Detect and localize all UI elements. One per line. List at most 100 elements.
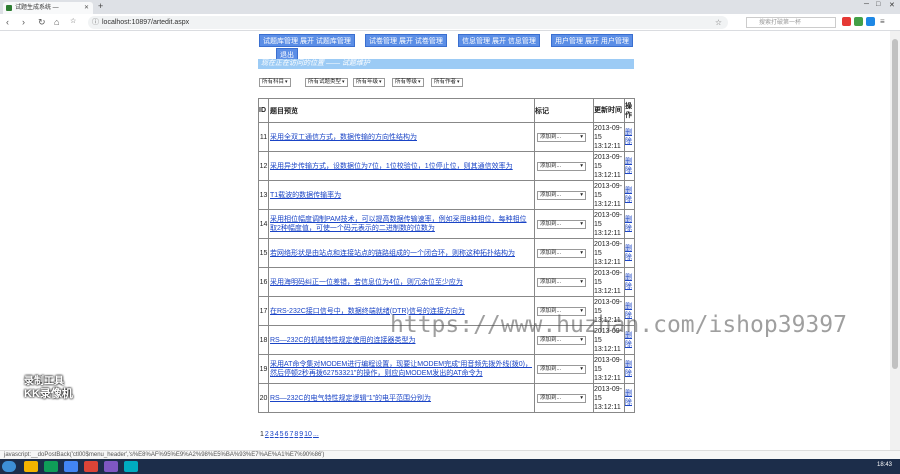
delete-link[interactable]: 删除	[624, 267, 635, 297]
side-search-input[interactable]: 搜索打破第一杯	[746, 17, 836, 28]
mark-select[interactable]: 添加到... ▾	[537, 132, 586, 142]
pager-link[interactable]: 5	[280, 431, 284, 438]
row-date: 2013-09-15	[594, 182, 623, 199]
level-filter[interactable]: 所有等级	[392, 78, 424, 87]
question-link[interactable]: 采用全双工通信方式，数据传输的方向性结构为	[270, 134, 417, 141]
delete-link[interactable]: 删除	[624, 209, 635, 239]
header-updated: 更新时间	[593, 98, 625, 123]
taskbar-app-icon[interactable]	[124, 461, 138, 472]
mark-select[interactable]: 添加到... ▾	[537, 393, 586, 403]
recorder-logo: 录制工具 KK录像机	[24, 376, 73, 400]
menu-question-bank[interactable]: 试题库管理 展开 试题库管理	[259, 34, 355, 47]
table-row: 13 T1载波的数据传输率为 添加到... ▾ 2013-09-15 13:12:11 删除	[258, 180, 635, 210]
pager-link[interactable]: 7	[289, 431, 293, 438]
author-filter[interactable]: 所有作者	[431, 78, 463, 87]
start-button-icon[interactable]	[2, 461, 16, 472]
menu-user[interactable]: 用户管理 展开 用户管理	[551, 34, 633, 47]
close-window-icon[interactable]: ✕	[889, 1, 895, 9]
pager-link[interactable]: 4	[275, 431, 279, 438]
filter-value: 所有作者	[434, 79, 457, 85]
menu-icon[interactable]: ≡	[880, 16, 885, 28]
question-link[interactable]: 采用相位幅度调制PAM技术，可以提高数据传输速率，例如采用8种相位，每种相位取2…	[270, 216, 527, 232]
chevron-down-icon: ▾	[580, 278, 583, 285]
delete-link[interactable]: 删除	[624, 151, 635, 181]
close-tab-icon[interactable]: ✕	[84, 2, 89, 14]
browser-status-bar: javascript:__doPostBack('ctl00$menu_head…	[0, 450, 900, 459]
row-mark-cell: 添加到... ▾	[534, 354, 594, 384]
tab-title: 试题生成系统 —	[15, 5, 59, 11]
question-table: ID 题目预览 标记 更新时间 操作 11 采用全双工通信方式，数据传输的方向性结…	[258, 98, 635, 413]
delete-link[interactable]: 删除	[624, 122, 635, 152]
bookmark-icon[interactable]: ☆	[70, 16, 76, 28]
question-link[interactable]: 采用异步传输方式，设数据位为7位，1位校验位，1位停止位，则其通信效率为	[270, 163, 513, 170]
mark-select[interactable]: 添加到... ▾	[537, 277, 586, 287]
filter-value: 所有年级	[356, 79, 379, 85]
back-icon[interactable]: ‹	[6, 16, 9, 28]
row-date: 2013-09-15	[594, 153, 623, 170]
mark-select[interactable]: 添加到... ▾	[537, 248, 586, 258]
mark-select[interactable]: 添加到... ▾	[537, 161, 586, 171]
taskbar-app-icon[interactable]	[84, 461, 98, 472]
question-link[interactable]: 采用AT命令集对MODEM进行编程设置，现要让MODEM完成“用音频先拨外线(拨…	[270, 361, 532, 377]
page-scrollbar[interactable]	[890, 31, 900, 450]
extension-icon[interactable]	[842, 17, 851, 26]
delete-link[interactable]: 删除	[624, 383, 635, 413]
row-mark-cell: 添加到... ▾	[534, 383, 594, 413]
grade-filter[interactable]: 所有年级	[353, 78, 385, 87]
star-icon[interactable]: ☆	[715, 16, 722, 29]
scrollbar-thumb[interactable]	[892, 39, 898, 369]
taskbar-app-icon[interactable]	[64, 461, 78, 472]
minimize-icon[interactable]: ─	[864, 1, 869, 8]
row-time: 13:12:11	[594, 287, 621, 295]
table-row: 11 采用全双工通信方式，数据传输的方向性结构为 添加到... ▾ 2013-09-15…	[258, 122, 635, 152]
taskbar-app-icon[interactable]	[104, 461, 118, 472]
taskbar-app-icon[interactable]	[44, 461, 58, 472]
subject-filter[interactable]: 所有科目	[259, 78, 291, 87]
pager-link[interactable]: 8	[294, 431, 298, 438]
delete-link[interactable]: 删除	[624, 180, 635, 210]
row-id: 18	[258, 325, 269, 355]
watermark-text: https://www.huzhan.com/ishop39397	[390, 312, 847, 338]
mark-select-value: 添加到...	[540, 278, 562, 285]
taskbar-app-icon[interactable]	[24, 461, 38, 472]
extension-icon[interactable]	[866, 17, 875, 26]
pager-link[interactable]: 2	[265, 431, 269, 438]
pager-link[interactable]: ...	[313, 431, 319, 438]
header-id: ID	[258, 98, 269, 123]
table-row: 12 采用异步传输方式，设数据位为7位，1位校验位，1位停止位，则其通信效率为 添加…	[258, 151, 635, 181]
reload-icon[interactable]: ↻	[38, 16, 46, 28]
question-link[interactable]: RS—232C的电气特性规定逻辑“1”的电平范围分别为	[270, 395, 431, 402]
chevron-down-icon: ▾	[580, 133, 583, 140]
url-input[interactable]: ⓘ localhost:10897/artedit.aspx ☆	[88, 16, 728, 29]
question-link[interactable]: T1载波的数据传输率为	[270, 192, 341, 199]
row-updated: 2013-09-15 13:12:11	[593, 354, 625, 384]
delete-link[interactable]: 删除	[624, 238, 635, 268]
new-tab-icon[interactable]: +	[98, 1, 103, 11]
browser-tab[interactable]: 试题生成系统 — ✕	[3, 2, 93, 14]
extension-icon[interactable]	[854, 17, 863, 26]
info-icon[interactable]: ⓘ	[92, 16, 99, 29]
row-id: 17	[258, 296, 269, 326]
type-filter[interactable]: 所有试题类型	[305, 78, 348, 87]
mark-select-value: 添加到...	[540, 394, 562, 401]
menu-label: 信息管理 展开 信息管理	[462, 38, 536, 45]
menu-info[interactable]: 信息管理 展开 信息管理	[458, 34, 540, 47]
forward-icon[interactable]: ›	[22, 16, 25, 28]
pager-link[interactable]: 6	[285, 431, 289, 438]
mark-select[interactable]: 添加到... ▾	[537, 364, 586, 374]
menu-exam-paper[interactable]: 试卷管理 展开 试卷管理	[365, 34, 447, 47]
pager-link[interactable]: 3	[270, 431, 274, 438]
mark-select[interactable]: 添加到... ▾	[537, 219, 586, 229]
mark-select[interactable]: 添加到... ▾	[537, 190, 586, 200]
row-preview-cell: 采用AT命令集对MODEM进行编程设置，现要让MODEM完成“用音频先拨外线(拨…	[268, 354, 535, 384]
header-action: 操作	[624, 98, 635, 123]
question-link[interactable]: 采用海明码纠正一位差错，若信息位为4位，则冗余位至少应为	[270, 279, 463, 286]
pager-link[interactable]: 10	[304, 431, 312, 438]
question-link[interactable]: 若网络形状是由站点和连接站点的链路组成的一个闭合环，则称这种拓扑结构为	[270, 250, 515, 257]
menu-label: 用户管理 展开 用户管理	[555, 38, 629, 45]
mark-select-value: 添加到...	[540, 191, 562, 198]
delete-link[interactable]: 删除	[624, 354, 635, 384]
home-icon[interactable]: ⌂	[54, 16, 59, 28]
maximize-icon[interactable]: □	[876, 1, 880, 8]
pager-link[interactable]: 9	[299, 431, 303, 438]
